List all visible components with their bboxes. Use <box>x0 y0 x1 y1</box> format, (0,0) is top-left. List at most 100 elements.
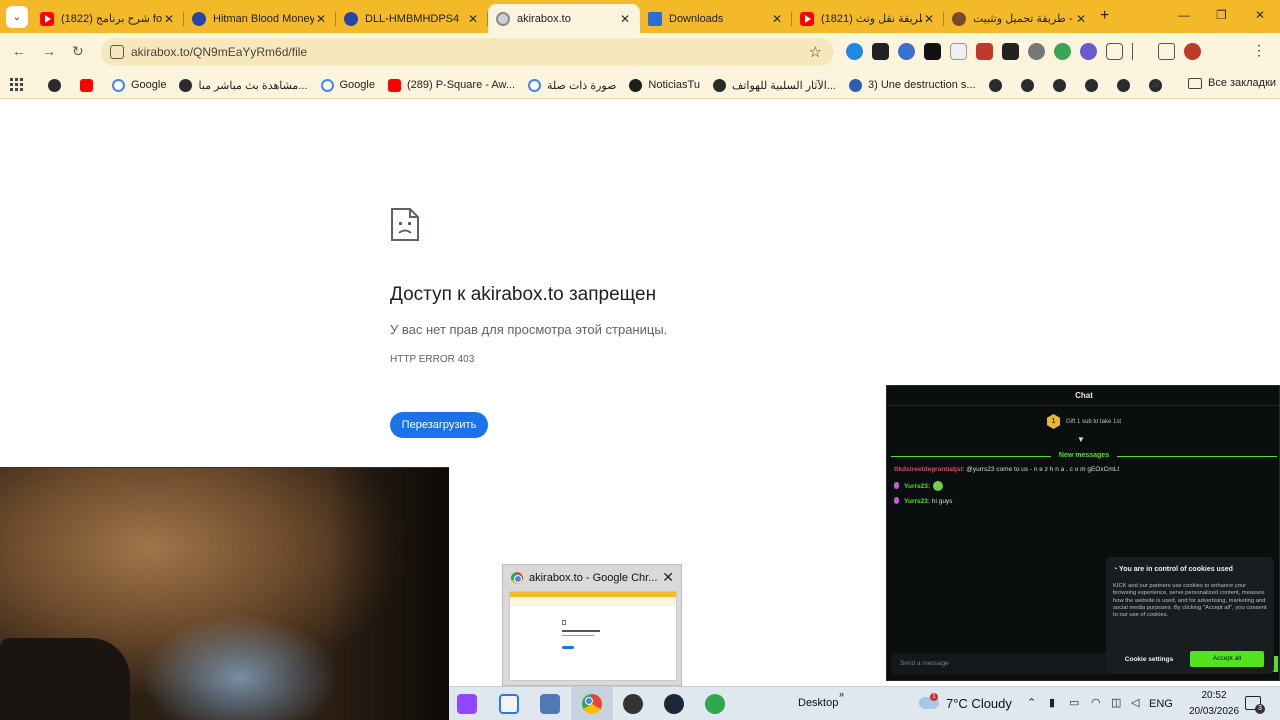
steam-icon[interactable] <box>664 694 684 714</box>
screen: ⌄ (1822) شرح برنامج fox ✕ Hitman Blood M… <box>0 0 1280 720</box>
extension-icon[interactable] <box>950 43 967 60</box>
extension-icon[interactable] <box>872 43 889 60</box>
chat-text: : @yurrs23 come to us - n e z h n a . c … <box>962 466 1120 473</box>
tab-title: طريقة تحميل وتثبيت - <box>973 13 1073 25</box>
cookie-settings-button[interactable]: Cookie settings <box>1113 652 1185 667</box>
tab-title: Hitman Blood Money <box>213 12 314 25</box>
bookmark-item[interactable] <box>48 78 67 92</box>
bookmark-item[interactable] <box>1020 78 1040 92</box>
chrome-icon[interactable] <box>582 694 602 714</box>
bookmark-item[interactable]: 3) Une destruction s... <box>848 78 976 92</box>
google-icon <box>528 78 542 92</box>
extensions-row <box>846 43 1201 60</box>
send-message-input[interactable]: Send a message <box>891 653 1111 675</box>
store-icon[interactable] <box>499 694 519 714</box>
bookmark-item[interactable]: صورة ذات صلة <box>528 78 616 92</box>
extension-icon[interactable] <box>1054 43 1071 60</box>
extension-icon[interactable] <box>1080 43 1097 60</box>
tab-downloads[interactable]: Downloads ✕ <box>640 4 792 33</box>
bookmark-item[interactable]: مشاهدة بث مباشر مبا... <box>179 78 308 92</box>
clock-date[interactable]: 20/03/2026 <box>1183 706 1245 717</box>
bookmark-item[interactable]: Google <box>112 78 166 92</box>
back-button[interactable]: ← <box>12 43 26 59</box>
bookmark-item[interactable] <box>1116 78 1136 92</box>
mic-badge-icon <box>894 482 899 489</box>
reading-list-icon[interactable] <box>1132 43 1149 60</box>
usb-icon[interactable]: ▮ <box>1049 696 1055 709</box>
bookmark-item[interactable] <box>80 78 99 92</box>
chat-username[interactable]: Yurrs23: <box>904 498 930 505</box>
close-icon[interactable]: ✕ <box>466 12 480 26</box>
new-tab-button[interactable]: + <box>1100 7 1109 25</box>
preview-thumbnail[interactable] <box>509 591 677 681</box>
clock-time[interactable]: 20:52 <box>1189 690 1239 701</box>
bookmark-item[interactable]: (289) P-Square - Aw... <box>387 78 515 92</box>
twitch-icon[interactable] <box>457 694 477 714</box>
close-icon[interactable]: ✕ <box>314 12 328 26</box>
speaker-icon[interactable]: ◁ <box>1131 696 1139 709</box>
bookmark-item[interactable]: Google <box>320 78 375 92</box>
taskbar: Desktop » 1 7°C Cloudy ⌃ ▮ ▭ ◠ ◫ ◁ ENG 2… <box>449 686 1280 720</box>
maximize-button[interactable]: ❐ <box>1216 8 1227 22</box>
bookmark-item[interactable]: NoticiasTu <box>629 78 700 92</box>
close-icon[interactable]: ✕ <box>1074 12 1088 26</box>
obs-icon[interactable] <box>623 694 643 714</box>
chat-username[interactable]: ttkdstreetdegrantiatjst <box>894 466 963 473</box>
accept-cookies-button[interactable]: Accept all <box>1190 651 1264 667</box>
toolbar-expand-icon[interactable]: » <box>839 689 844 699</box>
bookmark-item[interactable] <box>988 78 1008 92</box>
tab-hitman[interactable]: Hitman Blood Money ✕ <box>184 4 336 33</box>
address-bar[interactable]: akirabox.to/QN9mEaYyRm6d/file ☆ <box>101 38 834 66</box>
file-explorer-icon[interactable] <box>540 694 560 714</box>
gift-sub-banner[interactable]: 1 Gift 1 sub to take 1st <box>1047 414 1121 429</box>
reload-button[interactable]: ↻ <box>72 43 84 60</box>
app-icon[interactable] <box>705 694 725 714</box>
tab-dll[interactable]: DLL-HMBMHDPS4 ✕ <box>336 4 488 33</box>
taskbar-window-preview[interactable]: akirabox.to - Google Chr... ✕ <box>502 564 682 686</box>
chevron-up-icon[interactable]: ⌃ <box>1027 696 1036 709</box>
close-icon[interactable]: ✕ <box>162 12 176 26</box>
close-icon[interactable]: ✕ <box>770 12 784 26</box>
tab-overview-icon[interactable] <box>1158 43 1175 60</box>
more-bookmarks-button[interactable]: » <box>1152 76 1159 91</box>
forward-button[interactable]: → <box>42 43 56 59</box>
profile-avatar-icon[interactable] <box>1184 43 1201 60</box>
all-bookmarks-button[interactable]: Все закладки <box>1188 77 1276 89</box>
reload-page-button[interactable]: Перезагрузить <box>390 412 488 438</box>
battery-icon[interactable]: ▭ <box>1069 696 1079 709</box>
extension-icon[interactable] <box>846 43 863 60</box>
close-icon[interactable]: ✕ <box>618 12 632 26</box>
apps-grid-icon[interactable] <box>10 78 23 91</box>
minimize-button[interactable]: — <box>1178 8 1190 22</box>
bookmark-item[interactable] <box>1052 78 1072 92</box>
extension-icon[interactable] <box>924 43 941 60</box>
tab-install-guide[interactable]: طريقة تحميل وتثبيت - ✕ <box>944 4 1096 33</box>
chevron-down-icon: ⌄ <box>12 11 22 23</box>
bookmark-item[interactable] <box>1084 78 1104 92</box>
tab-akirabox[interactable]: akirabox.to ✕ <box>488 4 640 33</box>
extension-icon[interactable] <box>1002 43 1019 60</box>
desktop-toolbar-label[interactable]: Desktop <box>798 697 838 709</box>
display-icon[interactable]: ◫ <box>1111 696 1121 709</box>
wifi-icon[interactable]: ◠ <box>1091 696 1101 709</box>
address-url[interactable]: akirabox.to/QN9mEaYyRm6d/file <box>131 45 307 59</box>
extension-icon[interactable] <box>898 43 915 60</box>
chevron-down-icon[interactable]: ▼ <box>1077 435 1085 444</box>
globe-icon <box>496 11 510 26</box>
bookmark-star-icon[interactable]: ☆ <box>809 43 822 61</box>
close-icon[interactable]: ✕ <box>922 12 936 26</box>
window-close-button[interactable]: ✕ <box>1255 8 1265 22</box>
tab-search-button[interactable]: ⌄ <box>6 6 28 28</box>
preview-close-button[interactable]: ✕ <box>662 569 674 586</box>
browser-menu-button[interactable]: ⋮ <box>1252 42 1266 59</box>
extension-icon[interactable] <box>976 43 993 60</box>
bookmark-item[interactable]: الآثار السلبية للهواتف... <box>712 78 836 92</box>
tab-youtube-fox[interactable]: (1822) شرح برنامج fox ✕ <box>32 4 184 33</box>
puzzle-icon[interactable] <box>1106 43 1123 60</box>
language-indicator[interactable]: ENG <box>1149 698 1173 710</box>
tab-youtube-transfer[interactable]: (1821) طريقة نقل وتث ✕ <box>792 4 944 33</box>
site-info-icon[interactable] <box>110 45 124 59</box>
extension-icon[interactable] <box>1028 43 1045 60</box>
chat-username[interactable]: Yurrs23: <box>904 483 930 490</box>
weather-widget[interactable]: 7°C Cloudy <box>946 696 1012 711</box>
